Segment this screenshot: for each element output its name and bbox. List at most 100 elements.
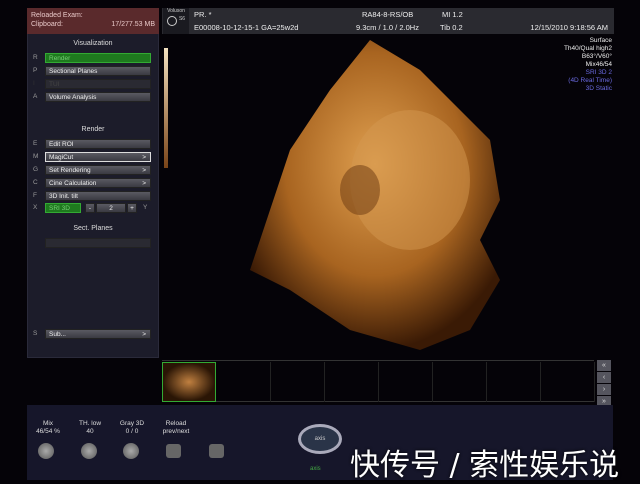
ge-logo: Voluson S6 xyxy=(163,8,189,34)
next-icon[interactable]: › xyxy=(597,384,611,395)
info-line: (4D Real Time) xyxy=(568,77,612,84)
hotkey: A xyxy=(33,93,38,100)
hotkey: E xyxy=(33,140,38,147)
value: 0 / 0 xyxy=(125,428,139,435)
submenu-arrow-icon: > xyxy=(142,331,146,338)
mix-knob[interactable] xyxy=(38,443,54,459)
render-title: Render xyxy=(81,126,105,133)
label: MagiCut xyxy=(49,154,74,161)
thumbnail[interactable] xyxy=(325,362,379,402)
thumbnail[interactable] xyxy=(217,362,271,402)
info-line: Mix46/54 xyxy=(585,61,612,68)
thumbnail[interactable] xyxy=(379,362,433,402)
gray-3d-knob[interactable] xyxy=(123,443,139,459)
cine-calculation-button[interactable]: Cine Calculation > xyxy=(45,178,151,188)
sri-3d-toggle[interactable]: SRI 3D xyxy=(45,203,81,213)
hotkey: C xyxy=(33,179,38,186)
first-icon[interactable]: « xyxy=(597,360,611,371)
label: axis xyxy=(314,436,326,442)
edit-roi-button[interactable]: Edit ROI xyxy=(45,139,151,149)
mix-control: Mix 46/54 % xyxy=(30,420,66,436)
menu-edit-roi[interactable]: E Edit ROI xyxy=(33,139,151,149)
volume-analysis-button[interactable]: Volume Analysis xyxy=(45,92,151,102)
submenu-arrow-icon: > xyxy=(142,154,146,161)
thumbnail[interactable] xyxy=(541,362,595,402)
hotkey: X xyxy=(33,204,38,211)
hotkey: S xyxy=(33,330,38,337)
menu-render[interactable]: R Render xyxy=(33,53,151,63)
thumbnail[interactable] xyxy=(433,362,487,402)
sri-3d-row: X SRI 3D - 2 + Y xyxy=(33,203,151,213)
probe: RA84-8-RS/OB xyxy=(362,10,414,19)
sect-planes-row xyxy=(33,238,151,248)
thumbnail[interactable] xyxy=(487,362,541,402)
hotkey: M xyxy=(33,153,39,160)
thumbnail-strip xyxy=(162,360,595,402)
clipboard-size: 17/277.53 MB xyxy=(111,21,155,28)
label: Set Rendering xyxy=(49,167,91,174)
hotkey: R xyxy=(33,54,38,61)
axis-label: axis xyxy=(310,466,321,472)
axis-button[interactable]: axis xyxy=(298,424,342,454)
model: S6 xyxy=(178,16,186,22)
brand: Voluson xyxy=(167,8,185,14)
hotkey: P xyxy=(33,67,38,74)
hotkey: F xyxy=(33,192,37,199)
sect-planes-title: Sect. Planes xyxy=(73,225,113,232)
thumbnail[interactable] xyxy=(162,362,216,402)
render-button[interactable]: Render xyxy=(45,53,151,63)
menu-cine-calculation[interactable]: C Cine Calculation > xyxy=(33,178,151,188)
3d-fetus-render xyxy=(250,40,500,350)
mi-value: MI 1.2 xyxy=(442,10,463,19)
reloaded-exam-label: Reloaded Exam: xyxy=(31,12,83,19)
label: Cine Calculation xyxy=(49,180,97,187)
info-line: B63°/V60° xyxy=(581,53,612,60)
exam-info: Reloaded Exam: Clipboard: 17/277.53 MB xyxy=(27,8,159,34)
menu-volume-analysis[interactable]: A Volume Analysis xyxy=(33,92,151,102)
sub-button[interactable]: Sub... > xyxy=(45,329,151,339)
info-line: 3D Static xyxy=(585,85,612,92)
submenu-arrow-icon: > xyxy=(142,167,146,174)
patient-name: PR. * xyxy=(194,10,212,19)
hotkey: G xyxy=(33,166,39,173)
datetime: 12/15/2010 9:18:56 AM xyxy=(530,23,608,32)
hotkey: Y xyxy=(143,204,148,211)
3d-init-tilt-button[interactable]: 3D Init. tilt xyxy=(45,191,151,201)
menu-sub[interactable]: S Sub... > xyxy=(33,329,151,339)
reload-prev-button[interactable] xyxy=(166,444,181,458)
menu-magicut[interactable]: M MagiCut > xyxy=(33,152,151,162)
sect-planes-control[interactable] xyxy=(45,238,151,248)
prev-icon[interactable]: ‹ xyxy=(597,372,611,383)
label: Gray 3D xyxy=(119,420,145,427)
value: 40 xyxy=(86,428,94,435)
ge-logo-icon xyxy=(166,16,177,26)
set-rendering-button[interactable]: Set Rendering > xyxy=(45,165,151,175)
hotkey: I xyxy=(33,80,35,87)
sri-minus-button[interactable]: - xyxy=(85,203,95,213)
visualization-title: Visualization xyxy=(73,40,113,47)
label: Mix xyxy=(42,420,54,427)
watermark: 快传号 / 索性娱乐说 xyxy=(350,448,620,483)
menu-set-rendering[interactable]: G Set Rendering > xyxy=(33,165,151,175)
reload-next-button[interactable] xyxy=(209,444,224,458)
info-line: Th40/Qual high2 xyxy=(563,45,612,52)
th-low-knob[interactable] xyxy=(81,443,97,459)
value: 46/54 % xyxy=(36,428,60,435)
sectional-planes-button[interactable]: Sectional Planes xyxy=(45,66,151,76)
thumbnail[interactable] xyxy=(271,362,325,402)
sri-plus-button[interactable]: + xyxy=(127,203,137,213)
label: TH. low xyxy=(78,420,102,427)
color-scale xyxy=(164,48,168,168)
submenu-arrow-icon: > xyxy=(142,180,146,187)
value: prev/next xyxy=(162,428,190,435)
tui-button[interactable]: TUI xyxy=(45,79,151,89)
menu-3d-init-tilt[interactable]: F 3D Init. tilt xyxy=(33,191,151,201)
menu-sectional-planes[interactable]: P Sectional Planes xyxy=(33,66,151,76)
magicut-button[interactable]: MagiCut > xyxy=(45,152,151,162)
th-low-control: TH. low 40 xyxy=(72,420,108,436)
info-line: Surface xyxy=(589,37,612,44)
menu-tui[interactable]: I TUI xyxy=(33,79,151,89)
gray-3d-control: Gray 3D 0 / 0 xyxy=(114,420,150,436)
sri-value: 2 xyxy=(96,203,126,213)
render-info: Surface Th40/Qual high2 B63°/V60° Mix46/… xyxy=(564,37,612,93)
